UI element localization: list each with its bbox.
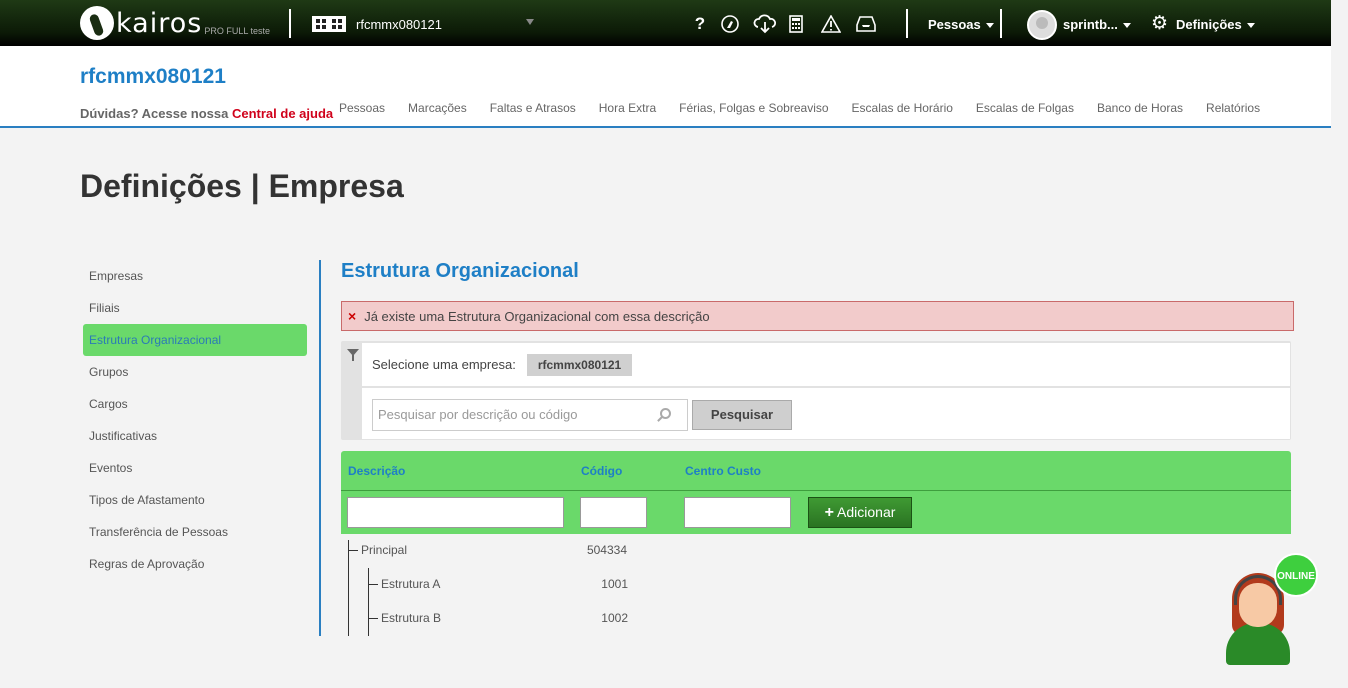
tree-line: [368, 584, 378, 585]
divider: [1000, 9, 1002, 38]
table-header: Descrição Código Centro Custo + Adiciona…: [341, 451, 1291, 534]
nav-banco-horas[interactable]: Banco de Horas: [1097, 101, 1183, 115]
logo-subtitle: PRO FULL teste: [204, 26, 271, 36]
column-codigo: Código: [581, 464, 623, 478]
online-badge: ONLINE: [1274, 553, 1318, 597]
calculator-icon[interactable]: [785, 13, 807, 35]
sidebar-divider: [319, 260, 321, 636]
selected-company-chip[interactable]: rfcmmx080121: [526, 353, 633, 376]
main-nav: Pessoas Marcações Faltas e Atrasos Hora …: [339, 101, 1283, 115]
nav-marcacoes[interactable]: Marcações: [408, 101, 467, 115]
tree-node-estrutura-b[interactable]: Estrutura B: [381, 611, 441, 625]
nav-relatorios[interactable]: Relatórios: [1206, 101, 1260, 115]
nav-escalas-folgas[interactable]: Escalas de Folgas: [976, 101, 1074, 115]
error-alert: × Já existe uma Estrutura Organizacional…: [341, 301, 1294, 331]
filter-panel: Selecione uma empresa: rfcmmx080121 Pesq…: [341, 341, 1291, 440]
sidebar-item-estrutura-organizacional[interactable]: Estrutura Organizacional: [83, 324, 307, 356]
search-button[interactable]: Pesquisar: [692, 400, 792, 430]
company-name: rfcmmx080121: [356, 16, 442, 32]
gear-icon[interactable]: ⚙: [1151, 14, 1168, 34]
warning-icon[interactable]: [820, 13, 842, 35]
chevron-down-icon: [985, 23, 994, 29]
nav-hora-extra[interactable]: Hora Extra: [599, 101, 656, 115]
alert-message: Já existe uma Estrutura Organizacional c…: [364, 308, 710, 324]
sidebar-item-empresas[interactable]: Empresas: [83, 260, 307, 292]
sidebar-item-grupos[interactable]: Grupos: [83, 356, 307, 388]
avatar[interactable]: [1027, 10, 1057, 40]
company-filter-row: Selecione uma empresa: rfcmmx080121: [362, 343, 1290, 386]
codigo-field[interactable]: [580, 497, 647, 528]
sidebar-item-regras-aprovacao[interactable]: Regras de Aprovação: [83, 548, 307, 580]
centro-custo-field[interactable]: [684, 497, 791, 528]
help-prefix: Dúvidas? Acesse nossa: [80, 106, 232, 121]
tree-code: 504334: [586, 543, 627, 557]
top-bar: kairos PRO FULL teste rfcmmx080121 ? Pes…: [0, 0, 1331, 46]
descricao-field[interactable]: [347, 497, 564, 528]
sidebar-item-justificativas[interactable]: Justificativas: [83, 420, 307, 452]
search-input[interactable]: Pesquisar por descrição ou código: [372, 399, 688, 431]
settings-menu-label: Definições: [1176, 17, 1242, 32]
nav-faltas-atrasos[interactable]: Faltas e Atrasos: [490, 101, 576, 115]
tree-line: [348, 550, 358, 551]
logo-mark-icon: [80, 6, 114, 40]
tree-node-principal[interactable]: Principal: [361, 543, 407, 557]
add-button-label: Adicionar: [837, 504, 896, 520]
add-button[interactable]: + Adicionar: [808, 497, 912, 528]
search-row: Pesquisar por descrição ou código Pesqui…: [362, 388, 1290, 439]
page-title: Definições | Empresa: [80, 168, 404, 204]
column-descricao: Descrição: [348, 464, 406, 478]
user-name: sprintb...: [1063, 17, 1118, 32]
chevron-down-icon[interactable]: [526, 19, 534, 25]
settings-sidebar: Empresas Filiais Estrutura Organizaciona…: [83, 260, 307, 580]
settings-menu[interactable]: Definições: [1176, 17, 1255, 32]
tree-code: 1002: [601, 611, 628, 625]
sidebar-item-tipos-afastamento[interactable]: Tipos de Afastamento: [83, 484, 307, 516]
nav-ferias-folgas[interactable]: Férias, Folgas e Sobreaviso: [679, 101, 828, 115]
section-title: Estrutura Organizacional: [341, 260, 579, 282]
sidebar-item-filiais[interactable]: Filiais: [83, 292, 307, 324]
inbox-icon[interactable]: [855, 13, 877, 35]
nav-escalas-horario[interactable]: Escalas de Horário: [852, 101, 953, 115]
header-divider: [341, 490, 1291, 491]
close-icon[interactable]: ×: [348, 308, 356, 324]
kairos-logo[interactable]: kairos PRO FULL teste: [80, 4, 270, 42]
tree-line: [348, 540, 349, 636]
company-selector[interactable]: rfcmmx080121: [312, 16, 442, 32]
tree-line: [368, 618, 378, 619]
user-menu[interactable]: sprintb...: [1063, 17, 1131, 32]
pessoas-menu[interactable]: Pessoas: [928, 17, 994, 32]
sidebar-item-eventos[interactable]: Eventos: [83, 452, 307, 484]
select-company-label: Selecione uma empresa:: [372, 357, 516, 372]
nav-pessoas[interactable]: Pessoas: [339, 101, 385, 115]
filter-icon[interactable]: [347, 349, 359, 361]
help-center-link[interactable]: Central de ajuda: [232, 106, 333, 121]
divider: [906, 9, 908, 38]
touch-icon[interactable]: [719, 13, 741, 35]
page-header: rfcmmx080121 Dúvidas? Acesse nossa Centr…: [0, 46, 1331, 128]
company-title: rfcmmx080121: [80, 65, 226, 88]
tree-line: [368, 568, 369, 636]
sidebar-item-cargos[interactable]: Cargos: [83, 388, 307, 420]
building-icon: [312, 16, 346, 32]
org-tree: Principal 504334 Estrutura A 1001 Estrut…: [341, 534, 1291, 636]
help-icon[interactable]: ?: [689, 13, 711, 35]
column-centro-custo: Centro Custo: [685, 464, 761, 478]
plus-icon: +: [824, 504, 834, 521]
tree-code: 1001: [601, 577, 628, 591]
cloud-download-icon[interactable]: [752, 13, 778, 35]
sidebar-item-transferencia-pessoas[interactable]: Transferência de Pessoas: [83, 516, 307, 548]
tree-node-estrutura-a[interactable]: Estrutura A: [381, 577, 440, 591]
logo-text: kairos: [116, 7, 203, 39]
chevron-down-icon: [1122, 23, 1131, 29]
online-chat-widget[interactable]: ONLINE: [1222, 553, 1322, 668]
chevron-down-icon: [1246, 23, 1255, 29]
pessoas-menu-label: Pessoas: [928, 17, 981, 32]
help-text: Dúvidas? Acesse nossa Central de ajuda: [80, 106, 333, 121]
divider: [289, 9, 291, 38]
search-icon: [660, 408, 671, 419]
